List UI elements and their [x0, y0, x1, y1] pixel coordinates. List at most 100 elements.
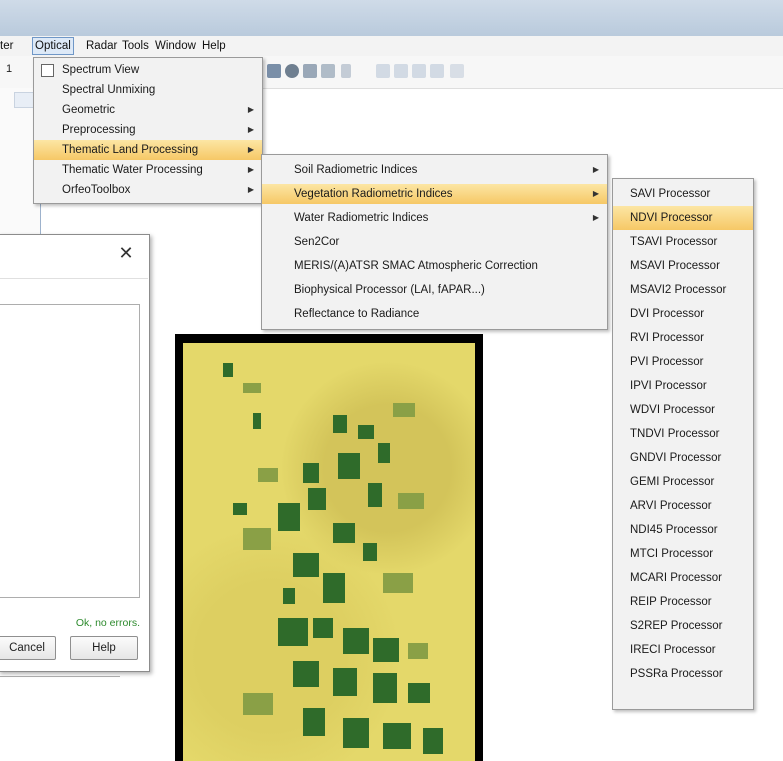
crop-field — [408, 643, 428, 659]
menu-item-label: TNDVI Processor — [630, 428, 720, 440]
menu-item-thematic-land-processing[interactable]: Thematic Land Processing ▶ — [34, 140, 262, 160]
crop-field — [333, 668, 357, 696]
menu-item-orfeotoolbox[interactable]: OrfeoToolbox ▶ — [34, 180, 262, 200]
menu-item-label: TSAVI Processor — [630, 236, 718, 248]
window-edge — [0, 676, 120, 677]
folder-icon[interactable] — [450, 64, 464, 78]
menu-item-wdvi[interactable]: WDVI Processor — [613, 398, 753, 422]
menu-item-reip[interactable]: REIP Processor — [613, 590, 753, 614]
spectrum-icon — [41, 64, 54, 77]
menu-item-mtci[interactable]: MTCI Processor — [613, 542, 753, 566]
menu-item-thematic-water-processing[interactable]: Thematic Water Processing ▶ — [34, 160, 262, 180]
menu-item-tndvi[interactable]: TNDVI Processor — [613, 422, 753, 446]
pin-icon[interactable] — [267, 64, 281, 78]
menu-item-biophysical-processor[interactable]: Biophysical Processor (LAI, fAPAR...) — [262, 280, 607, 300]
menu-item-ndvi[interactable]: NDVI Processor — [613, 206, 753, 230]
menu-item-label: MSAVI Processor — [630, 260, 720, 272]
crop-field — [363, 543, 377, 561]
menu-item-smac-correction[interactable]: MERIS/(A)ATSR SMAC Atmospheric Correctio… — [262, 256, 607, 276]
help-button[interactable]: Help — [70, 636, 138, 660]
menu-item-label: Thematic Water Processing — [62, 164, 203, 176]
grid-icon[interactable] — [376, 64, 390, 78]
crop-field — [233, 503, 247, 515]
menu-item-label: PSSRa Processor — [630, 668, 723, 680]
menu-item-label: Water Radiometric Indices — [294, 212, 429, 224]
menu-item-preprocessing[interactable]: Preprocessing ▶ — [34, 120, 262, 140]
menu-help[interactable]: Help — [202, 38, 226, 54]
menu-item-vegetation-indices[interactable]: Vegetation Radiometric Indices ▶ — [262, 184, 607, 204]
status-message: Ok, no errors. — [75, 617, 140, 629]
dialog-separator — [0, 278, 148, 279]
submenu-arrow-icon: ▶ — [592, 213, 599, 222]
menu-item-msavi[interactable]: MSAVI Processor — [613, 254, 753, 278]
ruler-icon[interactable] — [321, 64, 335, 78]
globe-icon[interactable] — [285, 64, 299, 78]
crop-field — [333, 523, 355, 543]
menu-item-spectrum-view[interactable]: Spectrum View — [34, 60, 262, 80]
crop-field — [378, 443, 390, 463]
menu-item-gndvi[interactable]: GNDVI Processor — [613, 446, 753, 470]
menu-item-arvi[interactable]: ARVI Processor — [613, 494, 753, 518]
menu-radar[interactable]: Radar — [86, 38, 117, 54]
crop-field — [313, 618, 333, 638]
menu-item-ireci[interactable]: IRECI Processor — [613, 638, 753, 662]
menu-window[interactable]: Window — [155, 38, 196, 54]
grid-icon-2[interactable] — [394, 64, 408, 78]
crop-field — [343, 718, 369, 748]
crop-field — [383, 723, 411, 749]
grid-icon-4[interactable] — [430, 64, 444, 78]
menu-item-label: Biophysical Processor (LAI, fAPAR...) — [294, 284, 485, 296]
menu-item-ipvi[interactable]: IPVI Processor — [613, 374, 753, 398]
menu-item-savi[interactable]: SAVI Processor — [613, 182, 753, 206]
grid-icon-3[interactable] — [412, 64, 426, 78]
pointer-icon[interactable] — [341, 64, 351, 78]
menu-item-label: IPVI Processor — [630, 380, 707, 392]
menu-item-ndi45[interactable]: NDI45 Processor — [613, 518, 753, 542]
menu-item-label: REIP Processor — [630, 596, 712, 608]
menu-item-tsavi[interactable]: TSAVI Processor — [613, 230, 753, 254]
menu-item-msavi2[interactable]: MSAVI2 Processor — [613, 278, 753, 302]
submenu-arrow-icon: ▶ — [247, 125, 254, 134]
close-icon[interactable]: ✕ — [118, 244, 134, 262]
menu-item-pvi[interactable]: PVI Processor — [613, 350, 753, 374]
menu-item-geometric[interactable]: Geometric ▶ — [34, 100, 262, 120]
menu-item-label: GEMI Processor — [630, 476, 715, 488]
menu-item-water-indices[interactable]: Water Radiometric Indices ▶ — [262, 208, 607, 228]
crop-field — [383, 573, 413, 593]
crop-field — [358, 425, 374, 439]
menu-raster-partial[interactable]: ter — [0, 38, 13, 54]
menu-item-mcari[interactable]: MCARI Processor — [613, 566, 753, 590]
submenu-arrow-icon: ▶ — [592, 165, 599, 174]
menu-item-dvi[interactable]: DVI Processor — [613, 302, 753, 326]
cancel-button[interactable]: Cancel — [0, 636, 56, 660]
toolbar-number: 1 — [6, 63, 13, 75]
menu-item-spectral-unmixing[interactable]: Spectral Unmixing — [34, 80, 262, 100]
crop-field — [278, 503, 300, 531]
menu-item-label: SAVI Processor — [630, 188, 711, 200]
crop-field — [338, 453, 360, 479]
menu-item-soil-indices[interactable]: Soil Radiometric Indices ▶ — [262, 160, 607, 180]
menu-item-s2rep[interactable]: S2REP Processor — [613, 614, 753, 638]
crop-field — [423, 728, 443, 754]
menu-item-sen2cor[interactable]: Sen2Cor — [262, 232, 607, 252]
optical-menu: Spectrum View Spectral Unmixing Geometri… — [33, 57, 263, 204]
dialog-content-panel — [0, 304, 140, 598]
menu-item-rvi[interactable]: RVI Processor — [613, 326, 753, 350]
menu-item-label: NDI45 Processor — [630, 524, 718, 536]
menu-item-pssra[interactable]: PSSRa Processor — [613, 662, 753, 686]
menu-item-label: Sen2Cor — [294, 236, 340, 248]
layers-icon[interactable] — [303, 64, 317, 78]
menu-optical[interactable]: Optical — [32, 37, 74, 55]
menu-item-gemi[interactable]: GEMI Processor — [613, 470, 753, 494]
menu-item-label: Vegetation Radiometric Indices — [294, 188, 453, 200]
submenu-arrow-icon: ▶ — [592, 189, 599, 198]
menu-item-label: Reflectance to Radiance — [294, 308, 420, 320]
menu-item-reflectance-to-radiance[interactable]: Reflectance to Radiance — [262, 304, 607, 324]
menu-item-label: PVI Processor — [630, 356, 704, 368]
menu-item-label: MTCI Processor — [630, 548, 714, 560]
crop-field — [293, 661, 319, 687]
menu-tools[interactable]: Tools — [122, 38, 149, 54]
crop-field — [243, 528, 271, 550]
crop-field — [243, 383, 261, 393]
crop-field — [343, 628, 369, 654]
